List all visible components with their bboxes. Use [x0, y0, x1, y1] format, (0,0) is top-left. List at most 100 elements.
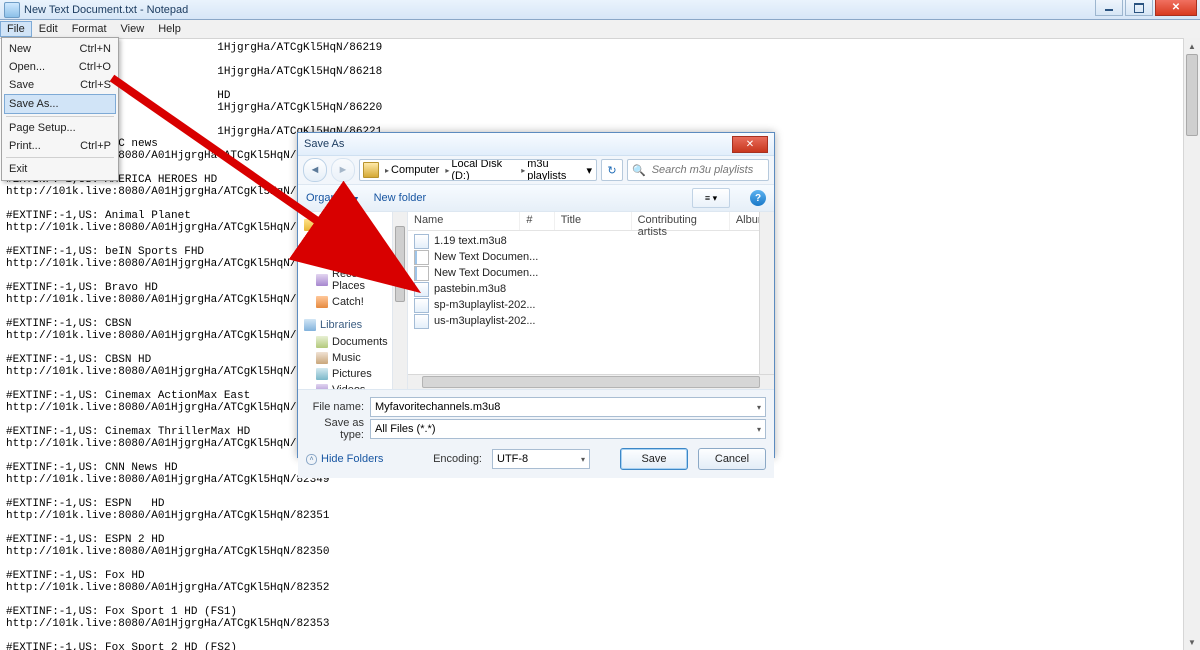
menu-save[interactable]: SaveCtrl+S: [4, 76, 116, 94]
filename-area: File name: Myfavoritechannels.m3u8▾ Save…: [298, 389, 774, 440]
search-icon: 🔍: [632, 164, 646, 177]
file-icon: [414, 282, 429, 297]
save-button[interactable]: Save: [620, 448, 688, 470]
file-icon: [414, 266, 429, 281]
nav-back-button[interactable]: ◄: [303, 158, 327, 182]
column-headers[interactable]: Name # Title Contributing artists Album: [408, 212, 774, 231]
dialog-toolbar: Organize▼ New folder ≡ ▾ ?: [298, 185, 774, 212]
explorer-pane: Favorites Desktop Downloads Recent Place…: [298, 212, 774, 389]
menu-exit[interactable]: Exit: [4, 160, 116, 178]
menu-open[interactable]: Open...Ctrl+O: [4, 58, 116, 76]
desktop-icon: [316, 236, 328, 248]
list-item[interactable]: 1.19 text.m3u8: [408, 233, 774, 249]
file-icon: [414, 250, 429, 265]
menu-print[interactable]: Print...Ctrl+P: [4, 137, 116, 155]
close-button[interactable]: [1155, 0, 1197, 16]
menu-new[interactable]: NewCtrl+N: [4, 40, 116, 58]
file-list: 1.19 text.m3u8 New Text Documen... New T…: [408, 231, 774, 331]
cancel-button[interactable]: Cancel: [698, 448, 766, 470]
list-item[interactable]: New Text Documen...: [408, 249, 774, 265]
menu-saveas[interactable]: Save As...: [4, 94, 116, 114]
videos-icon: [316, 384, 328, 389]
maximize-button[interactable]: [1125, 0, 1153, 16]
col-contrib[interactable]: Contributing artists: [632, 212, 730, 230]
col-name[interactable]: Name: [408, 212, 520, 230]
dialog-navbar: ◄ ► ▸Computer ▸Local Disk (D:) ▸m3u play…: [298, 156, 774, 185]
dialog-titlebar: Save As: [298, 133, 774, 156]
music-icon: [316, 352, 328, 364]
file-icon: [414, 234, 429, 249]
chevron-icon: ˄: [306, 454, 317, 465]
search-field[interactable]: 🔍: [627, 159, 769, 181]
savetype-label: Save as type:: [306, 417, 364, 441]
encoding-select[interactable]: UTF-8▾: [492, 449, 590, 469]
list-item[interactable]: New Text Documen...: [408, 265, 774, 281]
nav-documents[interactable]: Documents: [298, 334, 392, 350]
nav-favorites[interactable]: Favorites: [298, 216, 392, 234]
file-menu-dropdown: NewCtrl+N Open...Ctrl+O SaveCtrl+S Save …: [1, 37, 119, 181]
scroll-thumb[interactable]: [1186, 54, 1198, 136]
organize-button[interactable]: Organize▼: [306, 192, 360, 204]
dialog-close-button[interactable]: [732, 136, 768, 153]
menubar: File Edit Format View Help: [0, 20, 1200, 39]
documents-icon: [316, 336, 328, 348]
nav-music[interactable]: Music: [298, 350, 392, 366]
notepad-icon: [4, 2, 20, 18]
nav-forward-button[interactable]: ►: [331, 158, 355, 182]
nav-desktop[interactable]: Desktop: [298, 234, 392, 250]
saveas-dialog: Save As ◄ ► ▸Computer ▸Local Disk (D:) ▸…: [297, 132, 775, 458]
nav-catch[interactable]: Catch!: [298, 294, 392, 310]
libraries-icon: [304, 319, 316, 331]
col-title[interactable]: Title: [555, 212, 632, 230]
hidefolders-button[interactable]: ˄Hide Folders: [306, 453, 383, 465]
filepane-hscroll[interactable]: [408, 374, 774, 389]
menu-help[interactable]: Help: [151, 21, 188, 37]
window-title: New Text Document.txt - Notepad: [24, 4, 1196, 16]
window-titlebar: New Text Document.txt - Notepad: [0, 0, 1200, 20]
search-input[interactable]: [650, 163, 764, 177]
help-button[interactable]: ?: [750, 190, 766, 206]
editor-scrollbar[interactable]: ▲ ▼: [1183, 38, 1200, 650]
encoding-label: Encoding:: [433, 453, 482, 465]
menu-separator: [6, 157, 114, 158]
downloads-icon: [316, 252, 328, 264]
file-list-pane: Name # Title Contributing artists Album …: [408, 212, 774, 389]
address-bar[interactable]: ▸Computer ▸Local Disk (D:) ▸m3u playlist…: [359, 159, 597, 181]
nav-libraries[interactable]: Libraries: [298, 316, 392, 334]
folder-icon: [363, 162, 379, 178]
menu-file[interactable]: File: [0, 21, 32, 37]
menu-separator: [6, 116, 114, 117]
savetype-select[interactable]: All Files (*.*)▾: [370, 419, 766, 439]
scroll-down-icon[interactable]: ▼: [1184, 634, 1200, 650]
nav-downloads[interactable]: Downloads: [298, 250, 392, 266]
col-num[interactable]: #: [520, 212, 554, 230]
menu-pagesetup[interactable]: Page Setup...: [4, 119, 116, 137]
dialog-bottombar: ˄Hide Folders Encoding: UTF-8▾ Save Canc…: [298, 440, 774, 478]
refresh-button[interactable]: ↻: [601, 159, 623, 181]
filename-label: File name:: [306, 401, 364, 413]
nav-videos[interactable]: Videos: [298, 382, 392, 389]
minimize-button[interactable]: [1095, 0, 1123, 16]
list-item[interactable]: pastebin.m3u8: [408, 281, 774, 297]
scroll-up-icon[interactable]: ▲: [1184, 38, 1200, 54]
list-item[interactable]: us-m3uplaylist-202...: [408, 313, 774, 329]
nav-tree[interactable]: Favorites Desktop Downloads Recent Place…: [298, 212, 393, 389]
list-item[interactable]: sp-m3uplaylist-202...: [408, 297, 774, 313]
nav-recent[interactable]: Recent Places: [298, 266, 392, 294]
menu-format[interactable]: Format: [65, 21, 114, 37]
pictures-icon: [316, 368, 328, 380]
file-icon: [414, 298, 429, 313]
menu-edit[interactable]: Edit: [32, 21, 65, 37]
star-icon: [304, 219, 316, 231]
newfolder-button[interactable]: New folder: [374, 192, 427, 204]
dialog-title: Save As: [304, 138, 732, 150]
view-button[interactable]: ≡ ▾: [692, 188, 730, 208]
file-icon: [414, 314, 429, 329]
recent-icon: [316, 274, 328, 286]
menu-view[interactable]: View: [114, 21, 152, 37]
filename-input[interactable]: Myfavoritechannels.m3u8▾: [370, 397, 766, 417]
catch-icon: [316, 296, 328, 308]
nav-pictures[interactable]: Pictures: [298, 366, 392, 382]
filepane-vscroll[interactable]: [759, 212, 774, 375]
navpane-scrollbar[interactable]: [393, 212, 408, 389]
